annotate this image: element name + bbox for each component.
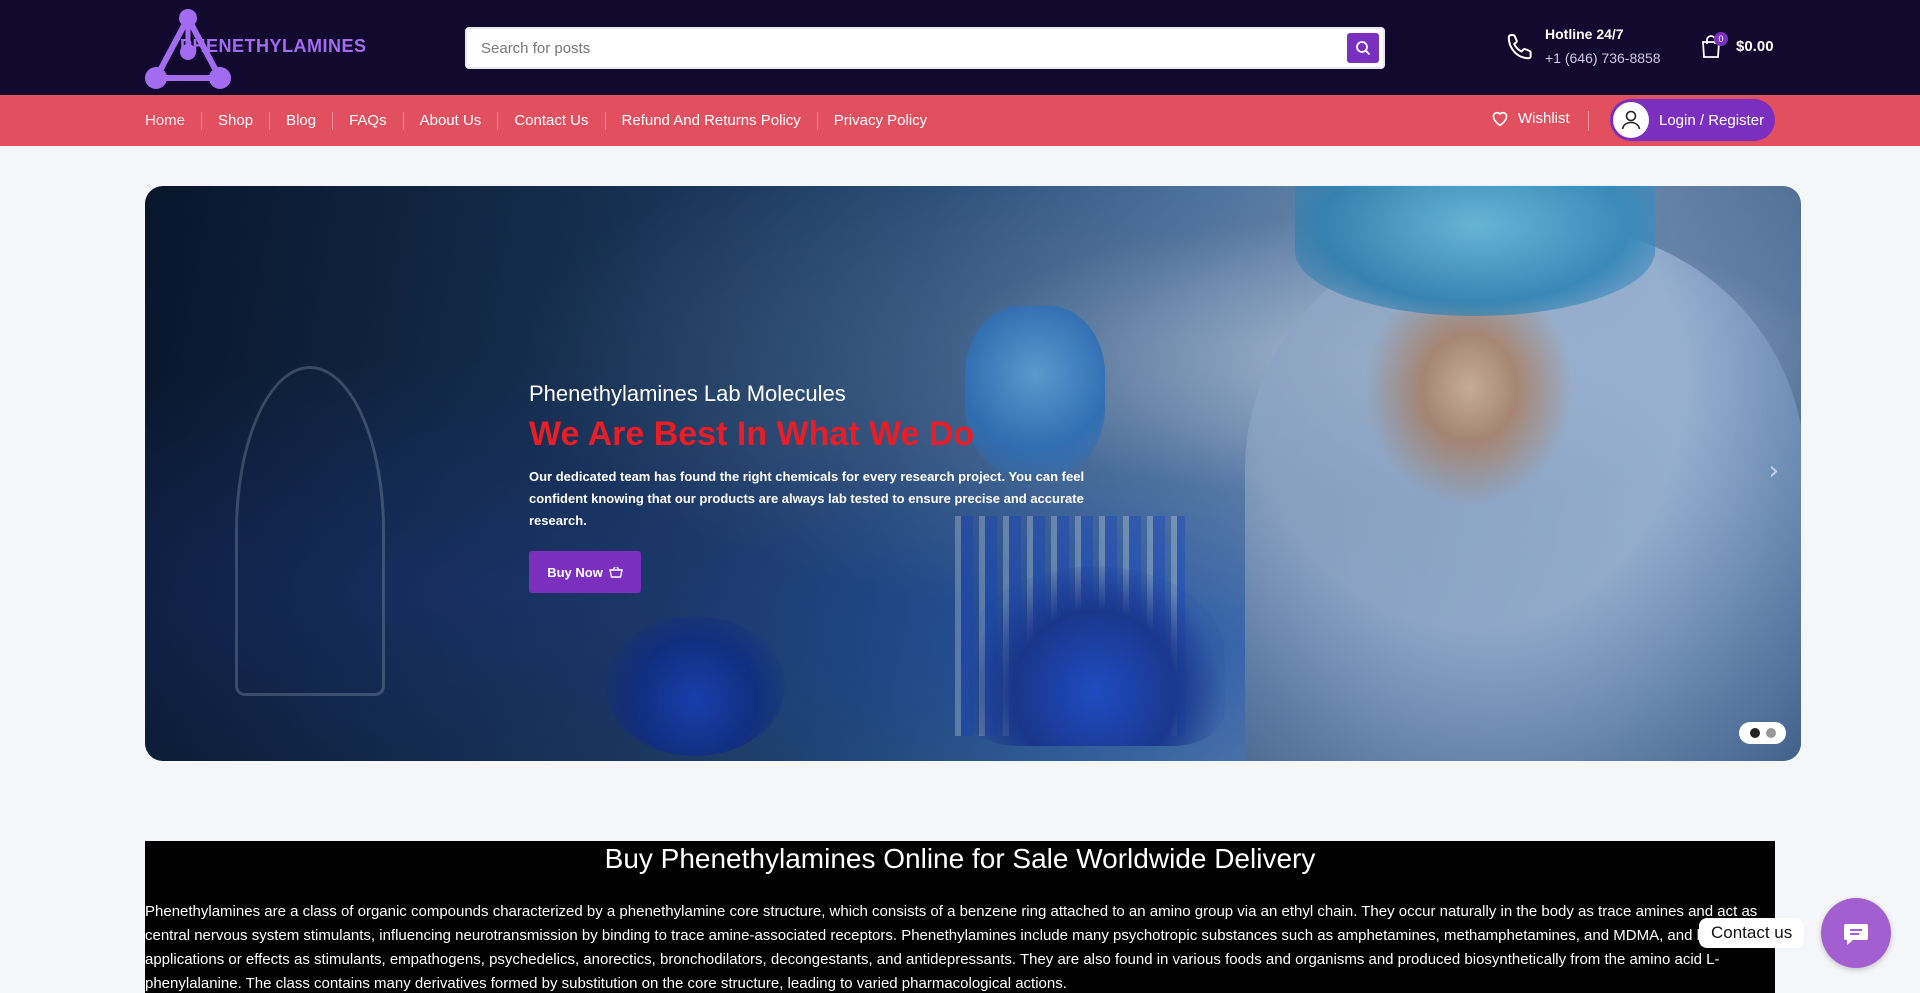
contact-us-tooltip[interactable]: Contact us bbox=[1699, 918, 1805, 948]
nav-item-about-us[interactable]: About Us bbox=[402, 111, 498, 130]
slider-pagination bbox=[1739, 722, 1786, 744]
wishlist-link[interactable]: Wishlist bbox=[1490, 109, 1570, 127]
login-label: Login / Register bbox=[1659, 111, 1765, 129]
about-paragraph: Phenethylamines are a class of organic c… bbox=[145, 903, 1758, 992]
phone-icon bbox=[1507, 34, 1532, 60]
about-section: Buy Phenethylamines Online for Sale Worl… bbox=[145, 841, 1775, 993]
cart-button[interactable]: 0 $0.00 bbox=[1700, 32, 1790, 62]
user-icon bbox=[1621, 110, 1641, 130]
login-register-button[interactable]: Login / Register bbox=[1610, 99, 1775, 141]
buy-now-label: Buy Now bbox=[547, 564, 603, 580]
nav-item-home[interactable]: Home bbox=[145, 112, 201, 130]
buy-now-button[interactable]: Buy Now bbox=[529, 551, 641, 593]
chat-icon bbox=[1844, 924, 1868, 945]
logo-text: PHENETHYLAMINES bbox=[180, 36, 367, 56]
nav-item-shop[interactable]: Shop bbox=[201, 111, 269, 130]
nav-item-privacy-policy[interactable]: Privacy Policy bbox=[816, 111, 943, 130]
hotline-title: Hotline 24/7 bbox=[1545, 26, 1624, 42]
search-input[interactable] bbox=[481, 29, 1331, 67]
nav-item-contact-us[interactable]: Contact Us bbox=[497, 111, 604, 130]
heart-icon bbox=[1492, 111, 1508, 127]
search-button[interactable] bbox=[1347, 33, 1379, 63]
main-nav: Home Shop Blog FAQs About Us Contact Us … bbox=[145, 95, 943, 146]
top-header: PHENETHYLAMINES Hotline 24/7 +1 (646) 73… bbox=[0, 0, 1920, 95]
slider-next-arrow[interactable]: › bbox=[1769, 456, 1779, 486]
about-heading: Buy Phenethylamines Online for Sale Worl… bbox=[604, 843, 1316, 874]
user-avatar bbox=[1613, 102, 1649, 138]
hero-subtitle: Phenethylamines Lab Molecules bbox=[529, 381, 846, 406]
nav-item-blog[interactable]: Blog bbox=[269, 111, 332, 130]
cart-count-badge: 0 bbox=[1714, 32, 1728, 46]
cart-amount: $0.00 bbox=[1736, 38, 1774, 55]
hero-text: Our dedicated team has found the right c… bbox=[529, 469, 1085, 528]
search-box bbox=[465, 27, 1385, 69]
slider-dot-2[interactable] bbox=[1765, 728, 1776, 738]
site-logo[interactable]: PHENETHYLAMINES bbox=[144, 8, 366, 90]
main-navbar: Home Shop Blog FAQs About Us Contact Us … bbox=[0, 95, 1920, 146]
nav-item-faqs[interactable]: FAQs bbox=[332, 111, 403, 130]
contact-us-label: Contact us bbox=[1711, 923, 1793, 942]
nav-item-refund-policy[interactable]: Refund And Returns Policy bbox=[604, 111, 817, 130]
contact-chat-button[interactable] bbox=[1821, 898, 1891, 968]
hero-title: We Are Best In What We Do bbox=[529, 415, 975, 453]
nav-divider bbox=[1588, 111, 1589, 131]
hero-slider: Phenethylamines Lab Molecules We Are Bes… bbox=[145, 186, 1801, 761]
hero-content: Phenethylamines Lab Molecules We Are Bes… bbox=[529, 381, 1129, 593]
basket-icon bbox=[608, 566, 623, 578]
search-icon bbox=[1356, 41, 1371, 56]
hotline-number[interactable]: +1 (646) 736-8858 bbox=[1545, 50, 1661, 66]
slider-dot-1[interactable] bbox=[1749, 728, 1760, 738]
wishlist-label: Wishlist bbox=[1518, 109, 1570, 127]
